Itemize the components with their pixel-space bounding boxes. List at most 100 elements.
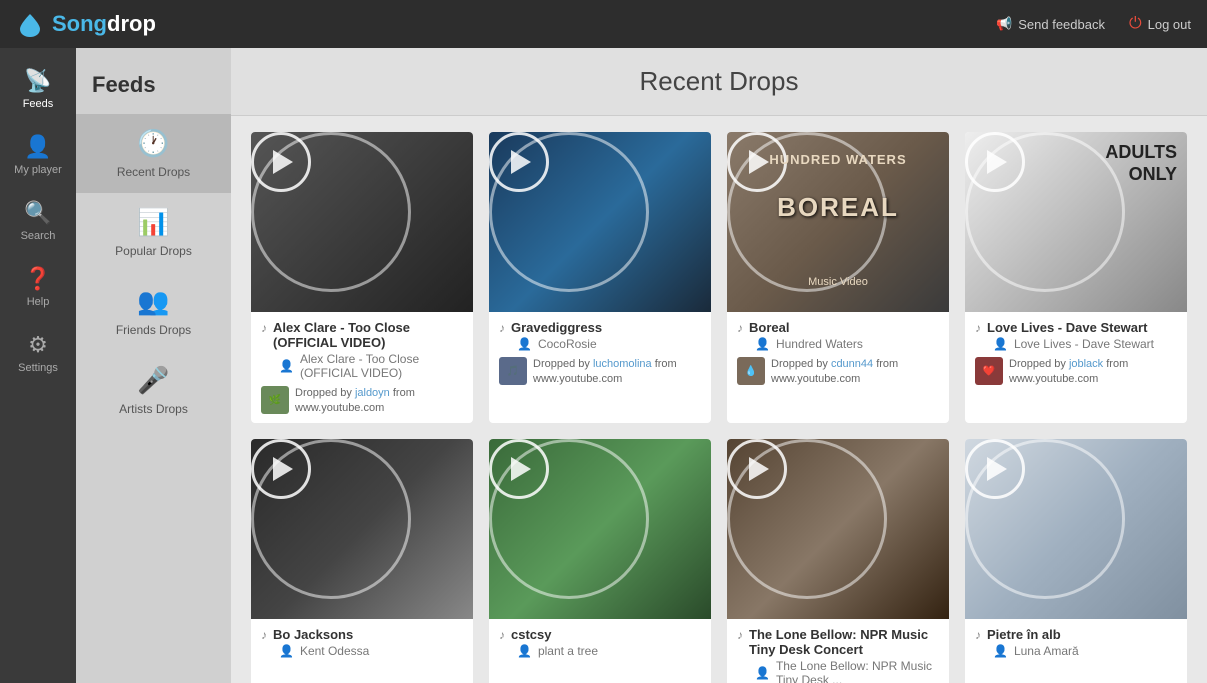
drop-artist: 👤 Alex Clare - Too Close (OFFICIAL VIDEO… (261, 352, 463, 380)
drop-artist-name: plant a tree (538, 644, 598, 658)
drop-meta: 💧 Dropped by cdunn44 fromwww.youtube.com (737, 357, 939, 388)
play-triangle-icon (987, 150, 1007, 174)
send-feedback-button[interactable]: 📢 Send feedback (996, 16, 1105, 32)
content-scroll[interactable]: ♪ Alex Clare - Too Close (OFFICIAL VIDEO… (231, 116, 1207, 683)
play-button[interactable] (251, 439, 311, 499)
drop-info: ♪ Alex Clare - Too Close (OFFICIAL VIDEO… (251, 312, 473, 423)
play-button[interactable] (965, 132, 1025, 192)
sidebar-item-settings[interactable]: ⚙ Settings (0, 320, 76, 386)
secondary-nav: Feeds 🕐 Recent Drops 📊 Popular Drops 👥 F… (76, 48, 231, 683)
avatar: 💧 (737, 357, 765, 385)
drop-artist: 👤 CocoRosie (499, 337, 701, 351)
person-small-icon: 👤 (993, 337, 1008, 351)
drop-thumbnail[interactable] (489, 439, 711, 619)
drop-card[interactable]: ♪ Alex Clare - Too Close (OFFICIAL VIDEO… (251, 132, 473, 423)
drop-artist-name: Kent Odessa (300, 644, 369, 658)
drop-title-text: Boreal (749, 320, 789, 335)
play-button[interactable] (965, 439, 1025, 499)
person-small-icon: 👤 (279, 644, 294, 658)
page-title: Recent Drops (255, 66, 1183, 97)
play-button[interactable] (489, 132, 549, 192)
header: Songdrop 📢 Send feedback ⏻ Log out (0, 0, 1207, 48)
drop-title-text: Love Lives - Dave Stewart (987, 320, 1147, 335)
megaphone-icon: 📢 (996, 16, 1012, 32)
gear-icon: ⚙ (28, 332, 48, 358)
nav-item-recent-drops[interactable]: 🕐 Recent Drops (76, 114, 231, 193)
feeds-icon: 📡 (24, 68, 51, 94)
sidebar-item-help[interactable]: ❓ Help (0, 254, 76, 320)
logout-button[interactable]: ⏻ Log out (1129, 15, 1191, 33)
sidebar-item-my-player-label: My player (14, 164, 62, 176)
sidebar-item-my-player[interactable]: 👤 My player (0, 122, 76, 188)
drop-card[interactable]: HUNDRED WATERS BOREAL Music Video ♪ Bore… (727, 132, 949, 423)
music-note-icon: ♪ (975, 321, 981, 335)
drop-card[interactable]: ♪ Bo Jacksons 👤 Kent Odessa (251, 439, 473, 683)
nav-item-artists-drops[interactable]: 🎤 Artists Drops (76, 351, 231, 430)
drop-meta-text: Dropped by luchomolina fromwww.youtube.c… (533, 357, 677, 388)
drop-title-text: Alex Clare - Too Close (OFFICIAL VIDEO) (273, 320, 463, 350)
drop-thumbnail[interactable] (727, 439, 949, 619)
drop-thumbnail[interactable] (489, 132, 711, 312)
nav-item-popular-drops[interactable]: 📊 Popular Drops (76, 193, 231, 272)
person-small-icon: 👤 (755, 337, 770, 351)
drop-thumbnail[interactable] (251, 132, 473, 312)
drop-title-text: The Lone Bellow: NPR Music Tiny Desk Con… (749, 627, 939, 657)
drop-title: ♪ Pietre în alb (975, 627, 1177, 642)
play-triangle-icon (273, 150, 293, 174)
play-button[interactable] (727, 439, 787, 499)
sidebar-item-settings-label: Settings (18, 362, 58, 374)
drop-artist: 👤 Hundred Waters (737, 337, 939, 351)
play-button[interactable] (251, 132, 311, 192)
play-button[interactable] (489, 439, 549, 499)
drop-artist-name: Alex Clare - Too Close (OFFICIAL VIDEO) (300, 352, 463, 380)
drop-title: ♪ Boreal (737, 320, 939, 335)
drop-title-text: Bo Jacksons (273, 627, 353, 642)
drop-title: ♪ Love Lives - Dave Stewart (975, 320, 1177, 335)
logo-drop-icon (16, 10, 44, 38)
drop-artist-name: Luna Amară (1014, 644, 1079, 658)
person-small-icon: 👤 (993, 644, 1008, 658)
sidebar-item-search[interactable]: 🔍 Search (0, 188, 76, 254)
drop-title: ♪ Gravediggress (499, 320, 701, 335)
logo-text: Songdrop (52, 11, 156, 37)
drop-title-text: cstcsy (511, 627, 551, 642)
music-note-icon: ♪ (499, 628, 505, 642)
drop-info: ♪ cstcsy 👤 plant a tree (489, 619, 711, 664)
drop-thumbnail[interactable]: HUNDRED WATERS BOREAL Music Video (727, 132, 949, 312)
drop-artist: 👤 The Lone Bellow: NPR Music Tiny Desk .… (737, 659, 939, 683)
drop-info: ♪ Pietre în alb 👤 Luna Amară (965, 619, 1187, 664)
drop-card[interactable]: ♪ Pietre în alb 👤 Luna Amară (965, 439, 1187, 683)
music-note-icon: ♪ (261, 628, 267, 642)
drop-title: ♪ cstcsy (499, 627, 701, 642)
person-small-icon: 👤 (755, 666, 770, 680)
nav-item-friends-drops[interactable]: 👥 Friends Drops (76, 272, 231, 351)
header-actions: 📢 Send feedback ⏻ Log out (996, 15, 1191, 33)
drop-meta-text: Dropped by joblack fromwww.youtube.com (1009, 357, 1128, 388)
music-note-icon: ♪ (975, 628, 981, 642)
drop-card[interactable]: ♪ Gravediggress 👤 CocoRosie 🎵 Dropped by… (489, 132, 711, 423)
drop-artist: 👤 Kent Odessa (261, 644, 463, 658)
avatar: 🎵 (499, 357, 527, 385)
drop-thumbnail[interactable] (251, 439, 473, 619)
nav-item-popular-drops-label: Popular Drops (115, 244, 192, 258)
drop-card[interactable]: ADULTSONLY ♪ Love Lives - Dave Stewart 👤… (965, 132, 1187, 423)
music-note-icon: ♪ (737, 321, 743, 335)
drop-thumbnail[interactable] (965, 439, 1187, 619)
drop-info: ♪ Gravediggress 👤 CocoRosie 🎵 Dropped by… (489, 312, 711, 394)
play-triangle-icon (987, 457, 1007, 481)
person-small-icon: 👤 (279, 359, 294, 373)
drop-thumbnail[interactable]: ADULTSONLY (965, 132, 1187, 312)
drop-meta-text: Dropped by jaldoyn fromwww.youtube.com (295, 386, 415, 417)
drop-title: ♪ Bo Jacksons (261, 627, 463, 642)
drop-card[interactable]: ♪ The Lone Bellow: NPR Music Tiny Desk C… (727, 439, 949, 683)
drop-info: ♪ The Lone Bellow: NPR Music Tiny Desk C… (727, 619, 949, 683)
clock-icon: 🕐 (137, 128, 169, 159)
drop-card[interactable]: ♪ cstcsy 👤 plant a tree (489, 439, 711, 683)
avatar: 🌿 (261, 386, 289, 414)
drop-title: ♪ The Lone Bellow: NPR Music Tiny Desk C… (737, 627, 939, 657)
sidebar-item-feeds[interactable]: 📡 Feeds (0, 56, 76, 122)
play-triangle-icon (511, 457, 531, 481)
drop-artist: 👤 Love Lives - Dave Stewart (975, 337, 1177, 351)
sidebar-item-feeds-label: Feeds (23, 98, 54, 110)
drop-artist-name: The Lone Bellow: NPR Music Tiny Desk ... (776, 659, 939, 683)
